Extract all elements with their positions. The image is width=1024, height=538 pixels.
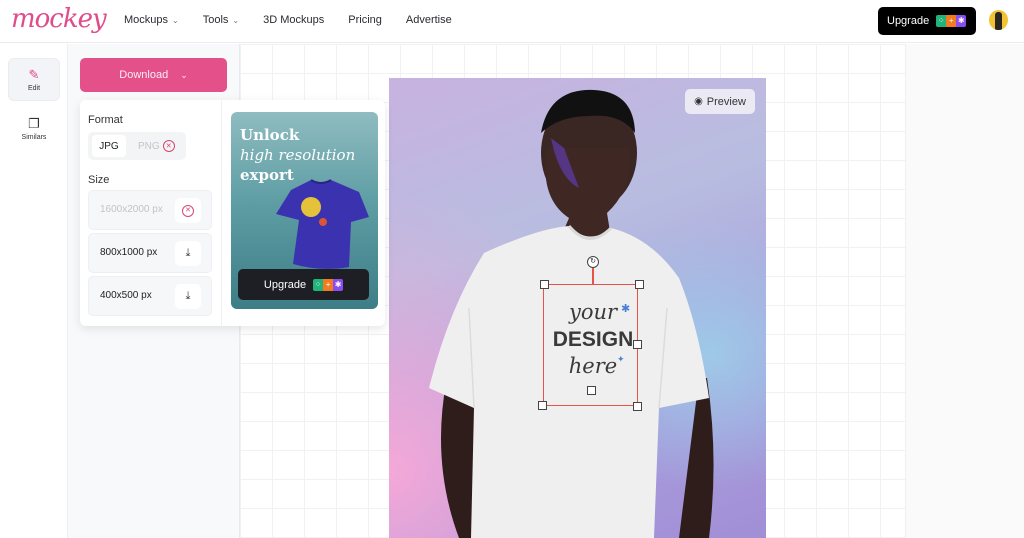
sparkle-icon: ✱ (333, 278, 344, 291)
upgrade-badges: ⁘ + ✱ (936, 15, 967, 27)
format-png[interactable]: PNG ✕ (138, 135, 175, 157)
upgrade-label: Upgrade (887, 15, 930, 27)
upgrade-promo-card: Unlock high resolution export Upgrade ⁘ … (231, 112, 378, 309)
resize-handle-top-left[interactable] (540, 280, 549, 289)
user-avatar[interactable] (989, 10, 1008, 30)
preview-label: Preview (706, 95, 746, 108)
rail-item-similars[interactable]: ❐ Similars (8, 107, 60, 150)
promo-line-1: Unlock (240, 126, 300, 144)
download-icon[interactable]: ⤓ (175, 241, 201, 266)
eye-icon: ◉ (694, 96, 703, 107)
plus-icon: + (946, 15, 957, 27)
size-label: 800x1000 px (100, 247, 158, 258)
format-png-label: PNG (138, 140, 160, 152)
preview-button[interactable]: ◉ Preview (685, 89, 755, 114)
size-option-800x1000[interactable]: 800x1000 px ⤓ (88, 233, 212, 273)
design-text-design: DESIGN (552, 328, 634, 351)
rail-item-similars-label: Similars (21, 133, 47, 141)
sparkle-icon: ✱ (956, 15, 967, 27)
resize-handle-bottom-right[interactable] (633, 402, 642, 411)
promo-upgrade-label: Upgrade (263, 278, 307, 291)
promo-upgrade-button[interactable]: Upgrade ⁘ + ✱ (238, 269, 369, 300)
dots-icon: ⁘ (936, 15, 947, 27)
nav-tools-label: Tools (202, 14, 229, 26)
plus-icon: + (323, 278, 334, 291)
nav-mockups[interactable]: Mockups ⌄ (124, 14, 179, 26)
nav-advertise[interactable]: Advertise (406, 14, 452, 26)
rail-item-edit[interactable]: ✎ Edit (8, 58, 60, 101)
nav-3d-mockups[interactable]: 3D Mockups (263, 14, 324, 26)
rail-item-edit-label: Edit (27, 84, 41, 92)
size-heading: Size (88, 174, 110, 186)
format-heading: Format (88, 114, 123, 126)
format-toggle: JPG PNG ✕ (88, 132, 186, 160)
download-label: Download (119, 69, 169, 81)
size-label: 400x500 px (100, 290, 152, 301)
rotate-connector (592, 268, 594, 285)
chevron-down-icon: ⌄ (180, 69, 188, 80)
sparkle-icon: ✦ (617, 354, 625, 364)
download-popover: Format JPG PNG ✕ Size 1600x2000 px ✕ 800… (80, 100, 385, 326)
promo-tshirt-image (276, 179, 369, 269)
download-button[interactable]: Download ⌄ (80, 58, 227, 92)
size-option-400x500[interactable]: 400x500 px ⤓ (88, 276, 212, 316)
right-panel (905, 44, 1024, 538)
resize-handle-top-right[interactable] (635, 280, 644, 289)
chevron-down-icon: ⌄ (172, 16, 179, 25)
locked-x-icon: ✕ (175, 198, 201, 223)
download-icon[interactable]: ⤓ (175, 284, 201, 309)
mockup-image[interactable]: ◉ Preview ↻ your DESIGN here ✱ ✦ (389, 78, 766, 538)
resize-handle-bottom[interactable] (587, 386, 596, 395)
pencil-icon: ✎ (28, 66, 40, 82)
upgrade-button[interactable]: Upgrade ⁘ + ✱ (878, 7, 976, 35)
locked-x-icon: ✕ (162, 140, 175, 152)
main-nav: Mockups ⌄ Tools ⌄ 3D Mockups Pricing Adver… (124, 14, 476, 26)
promo-line-2: high resolution (240, 146, 356, 164)
download-options: Format JPG PNG ✕ Size 1600x2000 px ✕ 800… (80, 100, 222, 326)
similars-icon: ❐ (28, 115, 40, 131)
size-option-1600x2000[interactable]: 1600x2000 px ✕ (88, 190, 212, 230)
size-label: 1600x2000 px (100, 204, 163, 215)
nav-pricing[interactable]: Pricing (348, 14, 382, 26)
dots-icon: ⁘ (313, 278, 324, 291)
rotate-handle[interactable]: ↻ (587, 256, 599, 268)
sparkle-icon: ✱ (621, 303, 631, 315)
left-rail: ✎ Edit ❐ Similars (0, 44, 68, 538)
nav-mockups-label: Mockups (124, 14, 169, 26)
chevron-down-icon: ⌄ (232, 16, 240, 25)
mockey-logo[interactable]: mockey (11, 4, 107, 34)
top-navbar: mockey Mockups ⌄ Tools ⌄ 3D Mockups Pricin… (0, 0, 1024, 43)
resize-handle-bottom-left[interactable] (538, 401, 547, 410)
nav-tools[interactable]: Tools ⌄ (203, 14, 239, 26)
upgrade-badges: ⁘ + ✱ (313, 278, 344, 291)
format-jpg[interactable]: JPG (92, 135, 126, 157)
